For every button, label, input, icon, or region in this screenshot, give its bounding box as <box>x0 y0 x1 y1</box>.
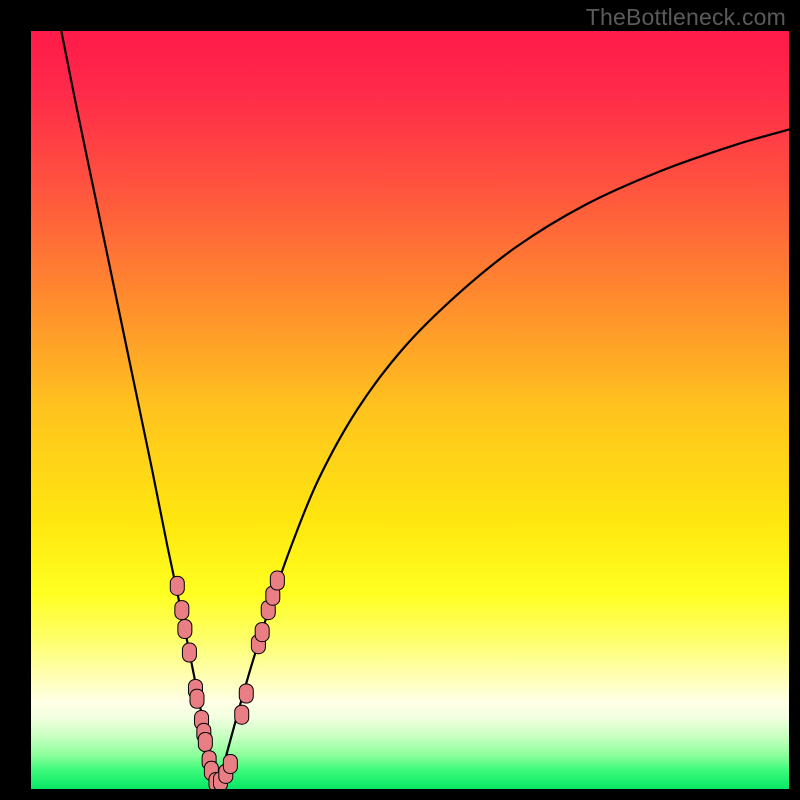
curve-right-branch <box>217 130 789 786</box>
data-marker <box>223 754 237 773</box>
data-marker <box>235 705 249 724</box>
data-marker <box>239 684 253 703</box>
data-marker <box>175 601 189 620</box>
chart-svg <box>31 31 789 789</box>
data-marker <box>190 689 204 708</box>
data-marker <box>178 620 192 639</box>
curve-left-branch <box>61 31 215 785</box>
data-marker <box>182 643 196 662</box>
data-marker <box>198 733 212 752</box>
data-marker <box>255 623 269 642</box>
plot-area <box>31 31 789 789</box>
data-marker <box>170 576 184 595</box>
marker-group <box>170 571 284 789</box>
watermark-text: TheBottleneck.com <box>586 4 786 31</box>
outer-frame: TheBottleneck.com <box>0 0 800 800</box>
data-marker <box>270 571 284 590</box>
